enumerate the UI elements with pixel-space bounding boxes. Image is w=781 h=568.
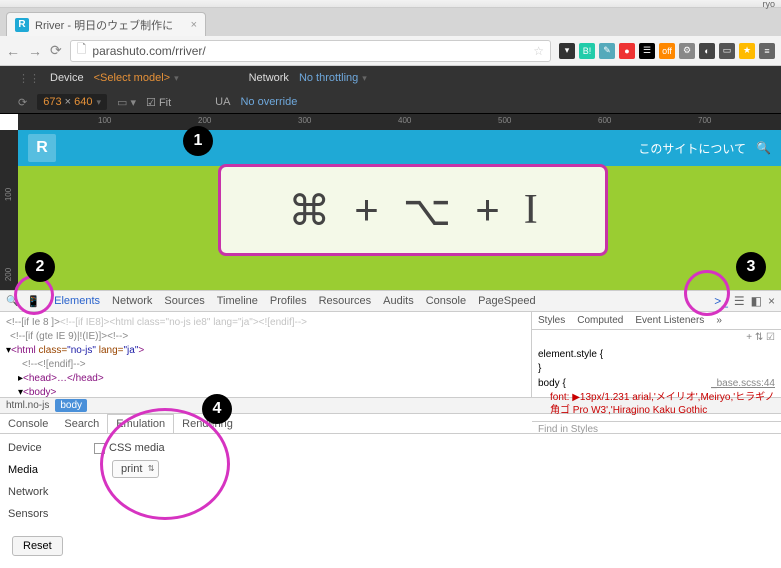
viewport-dimensions[interactable]: 673 × 640▾ (37, 94, 107, 110)
styles-tab-computed[interactable]: Computed (571, 312, 629, 329)
extension-icon[interactable]: ▾ (559, 43, 575, 59)
devtools-tab-sources[interactable]: Sources (158, 295, 210, 307)
extension-icon[interactable]: ≡ (759, 43, 775, 59)
address-toolbar: ← → ⟳ 🗋 parashuto.com/rriver/ ☆ ▾B!✎●☰of… (0, 36, 781, 66)
styles-panel: StylesComputedEvent Listeners» + ⇅ ☑ ele… (531, 312, 781, 397)
dock-icon[interactable]: ◧ (751, 294, 762, 308)
emulation-section-sensors[interactable]: Sensors (8, 508, 78, 520)
back-button[interactable]: ← (6, 43, 20, 59)
extension-icon[interactable]: ● (619, 43, 635, 59)
emulation-section-media[interactable]: Media (8, 464, 78, 476)
devtools-tab-network[interactable]: Network (106, 295, 158, 307)
drawer-icon[interactable]: ☰ (734, 294, 745, 308)
extension-icon[interactable]: ◐ (699, 43, 715, 59)
i-key: I (524, 186, 538, 234)
annotation-2: 2 (25, 252, 55, 282)
emulation-section-device[interactable]: Device (8, 442, 78, 454)
drawer-tab-console[interactable]: Console (0, 414, 56, 433)
close-devtools-icon[interactable]: × (768, 294, 775, 308)
circle-3 (684, 270, 730, 316)
network-label: Network (249, 72, 289, 84)
forward-button[interactable]: → (28, 43, 42, 59)
emulation-section-network[interactable]: Network (8, 486, 78, 498)
plus-icon: + (475, 186, 500, 234)
circle-4 (100, 408, 230, 520)
devtools-tab-profiles[interactable]: Profiles (264, 295, 313, 307)
page-icon: 🗋 (77, 40, 87, 61)
address-input[interactable]: 🗋 parashuto.com/rriver/ ☆ (70, 40, 551, 62)
network-select[interactable]: No throttling▾ (299, 72, 367, 84)
window-user: ryo (762, 0, 775, 9)
ua-label: UA (215, 96, 230, 108)
emulated-page: R このサイトについて 🔍 ⌘ + ⌥ + I (18, 130, 781, 290)
styles-tab-styles[interactable]: Styles (532, 312, 571, 329)
fit-checkbox[interactable]: ☑ Fit (146, 96, 171, 109)
site-nav-link[interactable]: このサイトについて (638, 140, 746, 157)
emulation-sidebar: Device Media Network Sensors (8, 442, 78, 520)
annotation-1: 1 (183, 126, 213, 156)
device-toolbar: ⋮⋮ Device <Select model>▾ Network No thr… (0, 66, 781, 114)
extension-icon[interactable]: ★ (739, 43, 755, 59)
site-search-icon[interactable]: 🔍 (756, 141, 771, 155)
site-logo[interactable]: R (28, 134, 56, 162)
find-in-styles[interactable]: Find in Styles (532, 421, 781, 437)
drawer-tab-search[interactable]: Search (56, 414, 107, 433)
annotation-4: 4 (202, 394, 232, 424)
option-key-icon: ⌥ (403, 186, 451, 235)
devtools-tab-console[interactable]: Console (420, 295, 472, 307)
grip-icon: ⋮⋮ (18, 72, 40, 85)
devtools-tab-timeline[interactable]: Timeline (211, 295, 264, 307)
device-select[interactable]: <Select model>▾ (94, 72, 179, 84)
styles-toolbar[interactable]: + ⇅ ☑ (532, 330, 781, 345)
zoom-icon[interactable]: ▭ ▾ (117, 96, 136, 109)
devtools-tab-elements[interactable]: Elements (48, 295, 106, 307)
extension-icon[interactable]: B! (579, 43, 595, 59)
reset-button[interactable]: Reset (12, 536, 63, 556)
extension-icon[interactable]: ⚙ (679, 43, 695, 59)
devtools-tab-resources[interactable]: Resources (313, 295, 378, 307)
plus-icon: + (354, 186, 379, 234)
extension-icon[interactable]: ▭ (719, 43, 735, 59)
ruler-horizontal: 100200300400500600700 (18, 114, 781, 130)
devtools-tab-audits[interactable]: Audits (377, 295, 420, 307)
bookmark-icon[interactable]: ☆ (533, 44, 544, 58)
source-link[interactable]: _base.scss:44 (711, 377, 775, 391)
rotate-icon[interactable]: ⟳ (18, 96, 27, 109)
browser-tabstrip: R Rriver - 明日のウェブ制作に × (0, 8, 781, 36)
extension-icon[interactable]: ☰ (639, 43, 655, 59)
annotation-3: 3 (736, 252, 766, 282)
elements-panel[interactable]: <!--[if Ie 8 ]><!--[if IE8]><html class=… (0, 312, 531, 397)
close-tab-icon[interactable]: × (191, 19, 197, 31)
device-label: Device (50, 72, 84, 84)
favicon-icon: R (15, 18, 29, 32)
browser-tab[interactable]: R Rriver - 明日のウェブ制作に × (6, 12, 206, 36)
tab-title: Rriver - 明日のウェブ制作に (35, 17, 185, 33)
ruler-vertical: 100200 (0, 130, 18, 290)
extension-icons: ▾B!✎●☰off⚙◐▭★≡ (559, 43, 775, 59)
devtools-tabbar: 🔍 📱 ElementsNetworkSourcesTimelineProfil… (0, 290, 781, 312)
extension-icon[interactable]: ✎ (599, 43, 615, 59)
page-header: R このサイトについて 🔍 (18, 130, 781, 166)
ua-value[interactable]: No override (240, 96, 297, 108)
extension-icon[interactable]: off (659, 43, 675, 59)
reload-button[interactable]: ⟳ (50, 42, 62, 59)
url-text: parashuto.com/rriver/ (92, 44, 205, 58)
devtools-tab-pagespeed[interactable]: PageSpeed (472, 295, 542, 307)
cmd-key-icon: ⌘ (288, 186, 330, 235)
keyboard-shortcut-callout: ⌘ + ⌥ + I (218, 164, 608, 256)
